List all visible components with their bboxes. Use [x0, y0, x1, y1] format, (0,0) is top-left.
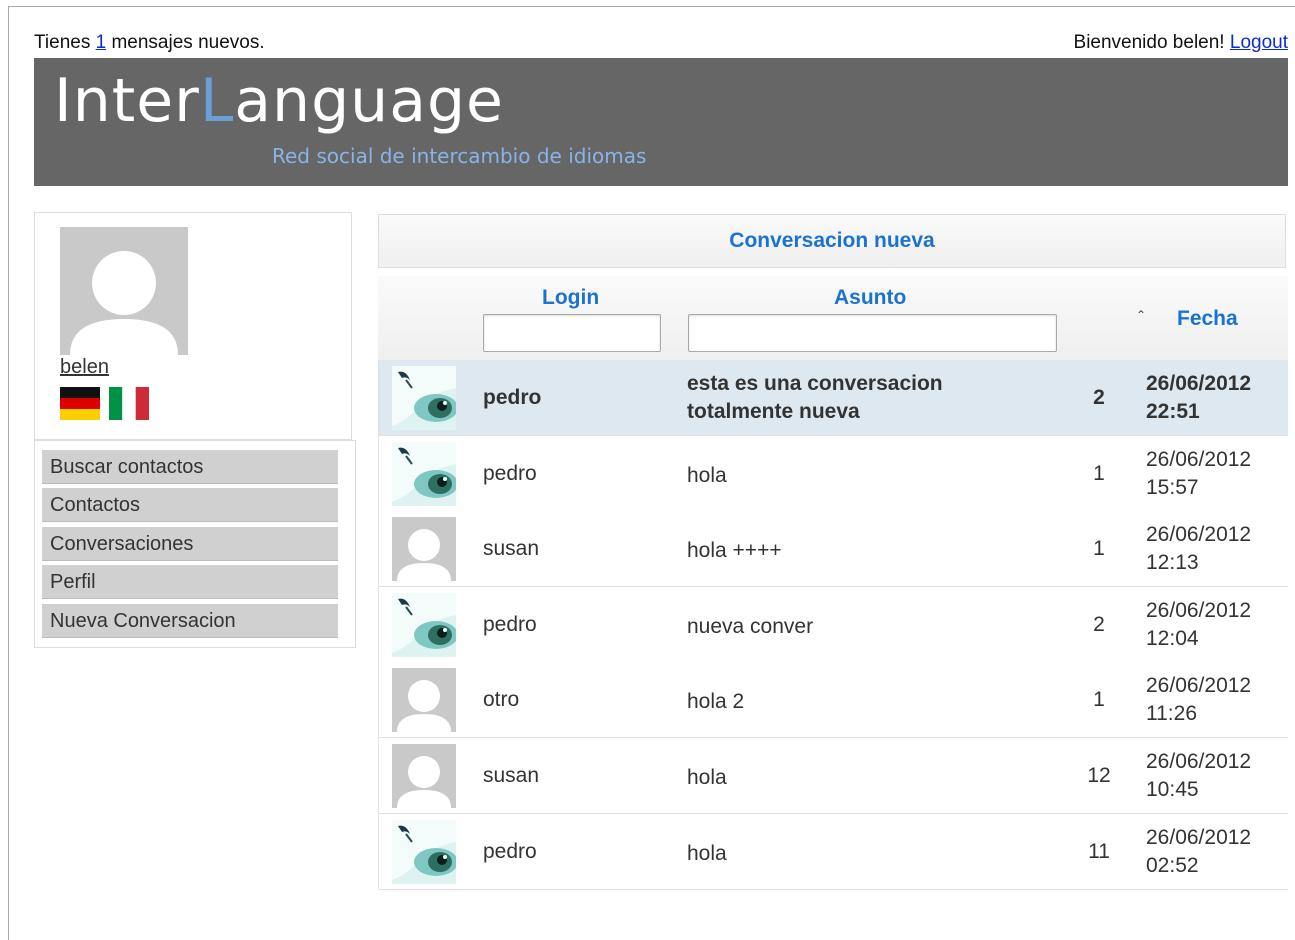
row-subject: nueva conver: [687, 615, 814, 638]
row-date-day: 26/06/2012: [1146, 599, 1252, 622]
italian-flag-icon: [109, 387, 150, 420]
conversation-row[interactable]: pedro hola 11 26/06/2012 02:52: [379, 814, 1288, 890]
subject-filter-input[interactable]: [688, 314, 1057, 352]
conversation-row[interactable]: pedro esta es una conversacion totalmente…: [379, 360, 1288, 436]
row-subject: hola ++++: [687, 539, 782, 562]
row-date: 26/06/2012 02:52: [1146, 824, 1251, 880]
welcome-text: Bienvenido belen!: [1073, 32, 1225, 53]
logo-text-l: L: [199, 66, 235, 136]
new-conversation-label: Conversacion nueva: [729, 229, 935, 252]
row-login: pedro: [483, 840, 537, 863]
logout-link[interactable]: Logout: [1230, 32, 1288, 53]
default-avatar-icon: [60, 227, 188, 355]
german-flag-icon: [60, 387, 100, 420]
row-message-count: 2: [1093, 386, 1105, 409]
conversation-row[interactable]: pedro nueva conver 2 26/06/2012 12:04: [379, 587, 1288, 663]
row-login: pedro: [483, 386, 542, 409]
welcome-area: Bienvenido belen! Logout: [1074, 32, 1288, 54]
eye-avatar-icon: [392, 593, 456, 657]
row-login: susan: [483, 764, 540, 787]
site-tagline: Red social de intercambio de idiomas: [272, 144, 647, 168]
row-login: otro: [483, 688, 520, 711]
new-messages-notice: Tienes 1 mensajes nuevos.: [34, 32, 265, 54]
row-date-time: 15:57: [1146, 476, 1199, 499]
row-login: pedro: [483, 462, 537, 485]
row-date: 26/06/2012 11:26: [1146, 672, 1251, 728]
default-avatar-icon: [392, 744, 456, 808]
window-border-left: [8, 6, 9, 940]
column-header-login[interactable]: Login: [542, 286, 599, 310]
row-date-time: 10:45: [1146, 778, 1199, 801]
conversation-row[interactable]: pedro hola 1 26/06/2012 15:57: [379, 436, 1288, 512]
row-date-day: 26/06/2012: [1146, 674, 1252, 697]
row-date-day: 26/06/2012: [1146, 448, 1252, 471]
row-date-time: 12:13: [1146, 551, 1199, 574]
row-subject: esta es una conversacion totalmente nuev…: [687, 372, 943, 423]
user-avatar[interactable]: [60, 227, 188, 355]
row-date: 26/06/2012 12:04: [1146, 597, 1251, 653]
eye-avatar-icon: [392, 366, 456, 430]
eye-avatar-icon: [392, 442, 456, 506]
menu-item-contactos[interactable]: Contactos: [42, 488, 338, 522]
row-date-time: 12:04: [1146, 627, 1199, 650]
row-date-day: 26/06/2012: [1146, 523, 1252, 546]
new-conversation-button[interactable]: Conversacion nueva: [378, 214, 1286, 268]
row-message-count: 1: [1093, 537, 1105, 560]
row-subject: hola 2: [687, 690, 745, 713]
site-logo[interactable]: InterLanguage: [54, 66, 504, 136]
site-header: InterLanguage Red social de intercambio …: [34, 58, 1288, 186]
row-subject: hola: [687, 842, 727, 865]
column-header-fecha[interactable]: Fecha: [1177, 307, 1238, 331]
row-date-day: 26/06/2012: [1146, 372, 1252, 395]
row-message-count: 12: [1087, 764, 1111, 787]
menu-item-perfil[interactable]: Perfil: [42, 565, 338, 599]
row-date-time: 22:51: [1146, 400, 1200, 423]
row-login: pedro: [483, 613, 537, 636]
profile-username-link[interactable]: belen: [60, 356, 109, 379]
row-subject: hola: [687, 766, 727, 789]
row-date-day: 26/06/2012: [1146, 826, 1252, 849]
row-message-count: 1: [1093, 688, 1105, 711]
side-menu: Buscar contactos Contactos Conversacione…: [34, 440, 356, 648]
conversation-row[interactable]: susan hola ++++ 1 26/06/2012 12:13: [379, 511, 1288, 587]
row-date: 26/06/2012 22:51: [1146, 370, 1251, 426]
row-date-time: 02:52: [1146, 854, 1199, 877]
row-message-count: 1: [1093, 462, 1105, 485]
row-message-count: 2: [1093, 613, 1105, 636]
default-avatar-icon: [392, 668, 456, 732]
menu-item-buscar-contactos[interactable]: Buscar contactos: [42, 450, 338, 484]
sort-icon[interactable]: ⌃: [1136, 308, 1146, 322]
eye-avatar-icon: [392, 820, 456, 884]
row-date: 26/06/2012 10:45: [1146, 748, 1251, 804]
logo-text-inter: Inter: [54, 66, 200, 136]
menu-item-nueva-conversacion[interactable]: Nueva Conversacion: [42, 604, 338, 638]
window-border-top: [8, 6, 1295, 7]
conversation-row[interactable]: otro hola 2 1 26/06/2012 11:26: [379, 662, 1288, 738]
messages-suffix: mensajes nuevos.: [111, 32, 265, 53]
messages-prefix: Tienes: [34, 32, 91, 53]
row-date: 26/06/2012 12:13: [1146, 521, 1251, 577]
row-date-time: 11:26: [1146, 702, 1197, 725]
row-subject: hola: [687, 464, 727, 487]
logo-text-anguage: anguage: [234, 66, 504, 136]
row-date: 26/06/2012 15:57: [1146, 446, 1251, 502]
messages-count-link[interactable]: 1: [96, 32, 107, 53]
default-avatar-icon: [392, 517, 456, 581]
profile-panel: belen: [34, 212, 352, 440]
row-login: susan: [483, 537, 540, 560]
row-date-day: 26/06/2012: [1146, 750, 1252, 773]
menu-item-conversaciones[interactable]: Conversaciones: [42, 527, 338, 561]
language-flags: [60, 387, 154, 420]
top-bar: Tienes 1 mensajes nuevos. Bienvenido bel…: [34, 32, 1288, 56]
conversation-row[interactable]: susan hola 12 26/06/2012 10:45: [379, 738, 1288, 814]
column-header-asunto[interactable]: Asunto: [834, 286, 906, 310]
table-header: Login Asunto ⌃ Fecha: [378, 276, 1288, 360]
login-filter-input[interactable]: [483, 314, 661, 352]
row-message-count: 11: [1088, 840, 1110, 863]
